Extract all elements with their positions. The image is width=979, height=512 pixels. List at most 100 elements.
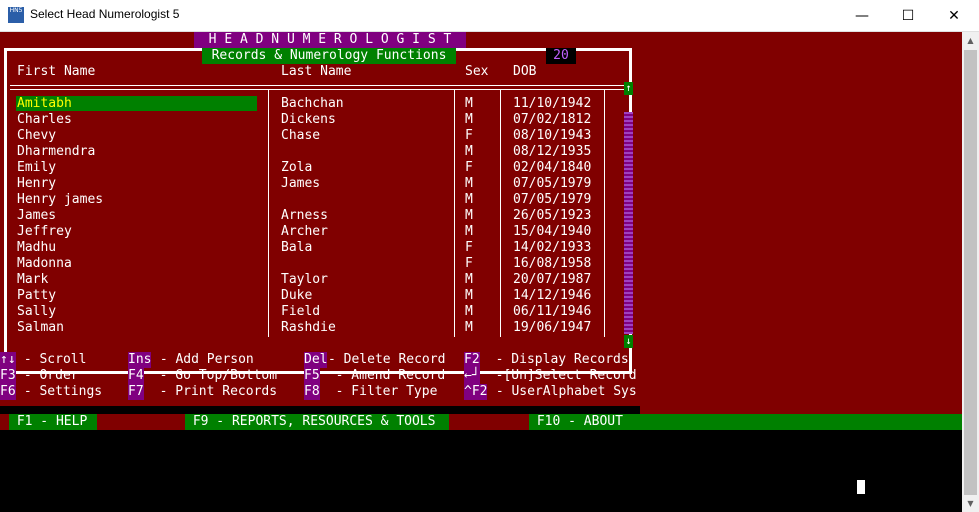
shortcut-key[interactable]: F5 xyxy=(304,368,320,384)
cell-first: Salman xyxy=(17,320,64,335)
cell-dob: 15/04/1940 xyxy=(513,224,592,239)
scrollbar-thumb[interactable] xyxy=(964,50,977,495)
column-header-last-name[interactable]: Last Name xyxy=(281,64,351,80)
cell-sex: M xyxy=(465,320,473,335)
shortcut-description: - Scroll xyxy=(16,352,87,367)
cell-dob: 20/07/1987 xyxy=(513,272,592,287)
cell-dob: 07/02/1812 xyxy=(513,112,592,127)
cell-dob: 14/02/1933 xyxy=(513,240,592,255)
cell-last: Zola xyxy=(281,160,313,175)
cell-sex: M xyxy=(465,176,473,191)
shortcut-key[interactable]: F3 xyxy=(0,368,16,384)
scroll-down-icon[interactable]: ▼ xyxy=(962,495,979,512)
scroll-up-icon[interactable]: ▲ xyxy=(962,32,979,49)
cell-sex: M xyxy=(465,288,473,303)
shortcut-description: -[Un]Select Record xyxy=(480,368,637,383)
cell-sex: M xyxy=(465,96,473,111)
column-header-sex[interactable]: Sex xyxy=(465,64,488,80)
shortcut-description: - Add Person xyxy=(152,352,254,367)
cell-sex: M xyxy=(465,304,473,319)
cell-first: Emily xyxy=(17,160,57,175)
record-count: 20 xyxy=(546,48,576,64)
shortcut-key[interactable]: ←┘ xyxy=(464,368,480,384)
cell-sex: F xyxy=(465,256,473,271)
cell-first: Charles xyxy=(17,112,72,127)
shortcut-key[interactable]: F2 xyxy=(464,352,480,368)
cell-last: Bala xyxy=(281,240,313,255)
shortcut-key[interactable]: ^F2 xyxy=(464,384,488,400)
help-menu[interactable]: F1 - HELP xyxy=(9,414,97,430)
section-title: Records & Numerology Functions xyxy=(202,48,456,64)
close-button[interactable]: ✕ xyxy=(931,0,977,31)
cell-dob: 11/10/1942 xyxy=(513,96,592,111)
cell-sex: F xyxy=(465,160,473,175)
cell-sex: F xyxy=(465,240,473,255)
cell-last: Taylor xyxy=(281,272,328,287)
cell-dob: 06/11/1946 xyxy=(513,304,592,319)
shortcut-description: - Display Records xyxy=(480,352,629,367)
header-divider xyxy=(10,85,630,90)
cell-last: Field xyxy=(281,304,321,319)
cell-last: Arness xyxy=(281,208,328,223)
cell-last: Bachchan xyxy=(281,96,344,111)
cell-sex: M xyxy=(465,208,473,223)
cell-first: Madonna xyxy=(17,256,72,271)
minimize-button[interactable]: — xyxy=(839,0,885,31)
column-header-first-name[interactable]: First Name xyxy=(17,64,95,80)
cell-dob: 02/04/1840 xyxy=(513,160,592,175)
cell-sex: M xyxy=(465,144,473,159)
cell-first: Henry james xyxy=(17,192,104,207)
cell-dob: 19/06/1947 xyxy=(513,320,592,335)
about-menu[interactable]: F10 - ABOUT xyxy=(529,414,962,430)
shortcut-description: - Amend Record xyxy=(320,368,446,383)
cell-first: Mark xyxy=(17,272,49,287)
cell-first: James xyxy=(17,208,57,223)
cell-first: Patty xyxy=(17,288,57,303)
shortcut-key[interactable]: F4 xyxy=(128,368,144,384)
cell-first: Sally xyxy=(17,304,57,319)
cell-sex: M xyxy=(465,224,473,239)
shortcut-key[interactable]: F8 xyxy=(304,384,320,400)
window-title: Select Head Numerologist 5 xyxy=(30,7,180,21)
scroll-up-arrow-icon[interactable]: ↑ xyxy=(624,82,633,95)
cell-last: Rashdie xyxy=(281,320,336,335)
maximize-button[interactable]: ☐ xyxy=(885,0,931,31)
shortcut-description: - Print Records xyxy=(144,384,278,399)
column-header-dob[interactable]: DOB xyxy=(513,64,536,80)
column-divider xyxy=(268,90,269,337)
text-cursor xyxy=(857,480,865,494)
cell-sex: F xyxy=(465,128,473,143)
cell-last: Duke xyxy=(281,288,313,303)
cell-first: Jeffrey xyxy=(17,224,72,239)
scroll-down-arrow-icon[interactable]: ↓ xyxy=(624,335,633,348)
cell-sex: M xyxy=(465,272,473,287)
shortcut-key[interactable]: F6 xyxy=(0,384,16,400)
cell-sex: M xyxy=(465,192,473,207)
cell-last: Chase xyxy=(281,128,321,143)
shortcut-description: - Order xyxy=(16,368,79,383)
shortcut-description: - Settings xyxy=(16,384,103,399)
cell-sex: M xyxy=(465,112,473,127)
console-area: H E A D N U M E R O L O G I S T Records … xyxy=(0,32,962,512)
cell-last: Archer xyxy=(281,224,328,239)
list-scrollbar[interactable] xyxy=(624,112,633,334)
cell-dob: 07/05/1979 xyxy=(513,192,592,207)
shortcut-description: - Delete Record xyxy=(328,352,446,367)
shortcut-key[interactable]: ↑↓ xyxy=(0,352,16,368)
app-icon: HN5 xyxy=(8,7,24,23)
column-divider xyxy=(500,90,501,337)
cell-dob: 14/12/1946 xyxy=(513,288,592,303)
reports-menu[interactable]: F9 - REPORTS, RESOURCES & TOOLS xyxy=(185,414,449,430)
shortcut-key[interactable]: F7 xyxy=(128,384,144,400)
shortcut-description: - Filter Type xyxy=(320,384,438,399)
cell-last: Dickens xyxy=(281,112,336,127)
cell-first: Dharmendra xyxy=(17,144,96,159)
cell-dob: 16/08/1958 xyxy=(513,256,592,271)
column-divider xyxy=(454,90,455,337)
shortcut-key[interactable]: Del xyxy=(304,352,328,368)
cell-dob: 08/12/1935 xyxy=(513,144,592,159)
window-scrollbar[interactable]: ▲ ▼ xyxy=(962,32,979,512)
cell-last: James xyxy=(281,176,321,191)
shortcut-key[interactable]: Ins xyxy=(128,352,152,368)
cell-first: Amitabh xyxy=(17,96,72,111)
